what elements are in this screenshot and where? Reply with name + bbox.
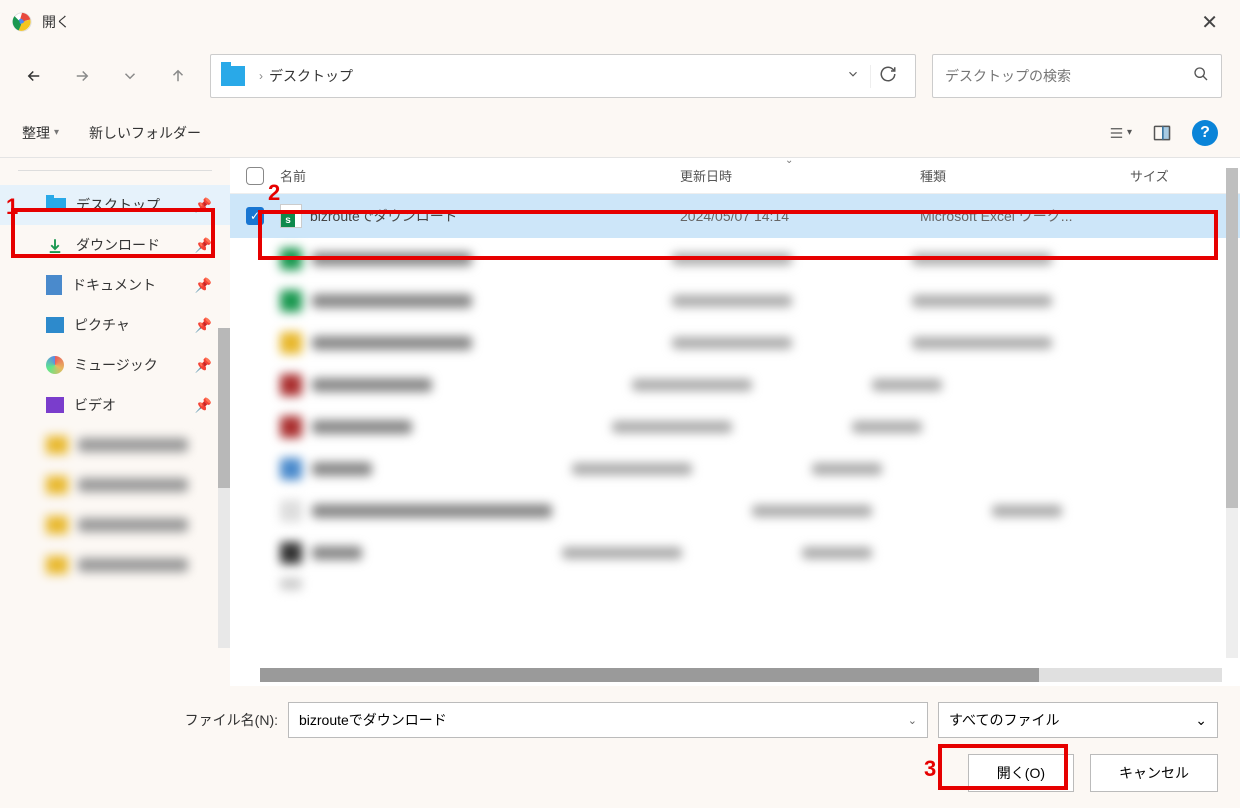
sidebar-item-music[interactable]: ミュージック 📌 <box>0 345 230 385</box>
column-header-type[interactable]: 種類 <box>920 166 1130 185</box>
close-icon[interactable]: ✕ <box>1191 6 1228 39</box>
music-icon <box>46 356 64 374</box>
pin-icon[interactable]: 📌 <box>195 277 212 294</box>
file-row-blurred <box>230 322 1240 364</box>
filename-dropdown-icon[interactable]: ⌄ <box>908 714 917 727</box>
up-button[interactable] <box>162 60 194 92</box>
breadcrumb-separator: › <box>259 69 263 83</box>
toolbar: 整理▾ 新しいフォルダー ▾ ? <box>0 108 1240 158</box>
column-header-date[interactable]: 更新日時 <box>680 166 920 185</box>
filter-dropdown-icon[interactable]: ⌄ <box>1195 712 1207 729</box>
search-input[interactable] <box>945 68 1193 84</box>
cancel-button[interactable]: キャンセル <box>1090 754 1218 792</box>
file-row-blurred <box>230 280 1240 322</box>
pin-icon[interactable]: 📌 <box>195 357 212 374</box>
view-mode-button[interactable]: ▾ <box>1108 121 1132 145</box>
organize-menu[interactable]: 整理▾ <box>22 123 59 143</box>
file-row-selected[interactable]: ✓ bizrouteでダウンロード 2024/05/07 14:14 Micro… <box>230 194 1240 238</box>
sidebar-item-label: ミュージック <box>74 355 158 375</box>
sidebar-scrollbar[interactable] <box>218 328 230 648</box>
title-bar: 開く ✕ <box>0 0 1240 44</box>
picture-icon <box>46 317 64 333</box>
file-type-filter[interactable]: すべてのファイル ⌄ <box>938 702 1218 738</box>
file-date: 2024/05/07 14:14 <box>680 208 920 224</box>
sidebar-item-label: ドキュメント <box>72 275 156 295</box>
sidebar: デスクトップ 📌 ダウンロード 📌 ドキュメント 📌 ピクチャ 📌 ミュージック… <box>0 158 230 686</box>
chrome-icon <box>12 12 32 32</box>
sidebar-item-desktop[interactable]: デスクトップ 📌 <box>0 185 230 225</box>
desktop-icon <box>46 198 66 212</box>
help-icon[interactable]: ? <box>1192 120 1218 146</box>
filename-label: ファイル名(N): <box>22 710 278 730</box>
sort-indicator-icon: ⌄ <box>785 155 793 166</box>
pin-icon[interactable]: 📌 <box>195 237 212 254</box>
sidebar-item-blurred <box>0 545 230 585</box>
column-header-name[interactable]: 名前 <box>280 166 680 185</box>
open-button[interactable]: 開く(O) <box>968 754 1074 792</box>
file-row-blurred <box>230 574 1240 594</box>
excel-file-icon <box>280 204 302 228</box>
forward-button[interactable] <box>66 60 98 92</box>
sidebar-item-documents[interactable]: ドキュメント 📌 <box>0 265 230 305</box>
file-name: bizrouteでダウンロード <box>310 206 458 226</box>
footer: ファイル名(N): bizrouteでダウンロード ⌄ すべてのファイル ⌄ 開… <box>0 686 1240 808</box>
sidebar-item-pictures[interactable]: ピクチャ 📌 <box>0 305 230 345</box>
file-row-blurred <box>230 532 1240 574</box>
sidebar-item-videos[interactable]: ビデオ 📌 <box>0 385 230 425</box>
sidebar-item-label: ダウンロード <box>76 235 160 255</box>
file-row-blurred <box>230 490 1240 532</box>
vertical-scrollbar[interactable] <box>1226 168 1238 658</box>
sidebar-item-label: ピクチャ <box>74 315 130 335</box>
breadcrumb-location[interactable]: デスクトップ <box>269 66 353 86</box>
address-bar[interactable]: › デスクトップ <box>210 54 916 98</box>
sidebar-item-blurred <box>0 425 230 465</box>
horizontal-scrollbar[interactable] <box>260 668 1222 682</box>
sidebar-item-label: ビデオ <box>74 395 116 415</box>
search-icon[interactable] <box>1193 66 1209 87</box>
file-type: Microsoft Excel ワーク... <box>920 206 1130 226</box>
sidebar-item-label: デスクトップ <box>76 195 160 215</box>
preview-pane-button[interactable] <box>1150 121 1174 145</box>
folder-icon <box>221 66 245 86</box>
filename-input[interactable]: bizrouteでダウンロード ⌄ <box>288 702 928 738</box>
search-box[interactable] <box>932 54 1222 98</box>
new-folder-button[interactable]: 新しいフォルダー <box>89 123 201 143</box>
file-row-blurred <box>230 364 1240 406</box>
video-icon <box>46 397 64 413</box>
document-icon <box>46 275 62 295</box>
file-list: 名前 更新日時 種類 サイズ ⌄ ✓ bizrouteでダウンロード 2024/… <box>230 158 1240 686</box>
back-button[interactable] <box>18 60 50 92</box>
pin-icon[interactable]: 📌 <box>195 317 212 334</box>
list-header: 名前 更新日時 種類 サイズ ⌄ <box>230 158 1240 194</box>
row-checkbox[interactable]: ✓ <box>246 207 264 225</box>
sidebar-item-blurred <box>0 505 230 545</box>
address-dropdown-icon[interactable] <box>836 67 870 86</box>
nav-bar: › デスクトップ <box>0 44 1240 108</box>
pin-icon[interactable]: 📌 <box>195 397 212 414</box>
annotation-2: 2 <box>268 180 280 206</box>
file-row-blurred <box>230 448 1240 490</box>
annotation-1: 1 <box>6 194 18 220</box>
refresh-icon[interactable] <box>870 65 905 88</box>
download-icon <box>46 237 66 253</box>
window-title: 開く <box>42 12 70 32</box>
file-row-blurred <box>230 238 1240 280</box>
sidebar-item-downloads[interactable]: ダウンロード 📌 <box>0 225 230 265</box>
annotation-3: 3 <box>924 756 936 782</box>
file-row-blurred <box>230 406 1240 448</box>
column-header-size[interactable]: サイズ <box>1130 166 1190 185</box>
pin-icon[interactable]: 📌 <box>195 197 212 214</box>
sidebar-item-blurred <box>0 465 230 505</box>
recent-dropdown[interactable] <box>114 60 146 92</box>
select-all-checkbox[interactable] <box>246 167 264 185</box>
